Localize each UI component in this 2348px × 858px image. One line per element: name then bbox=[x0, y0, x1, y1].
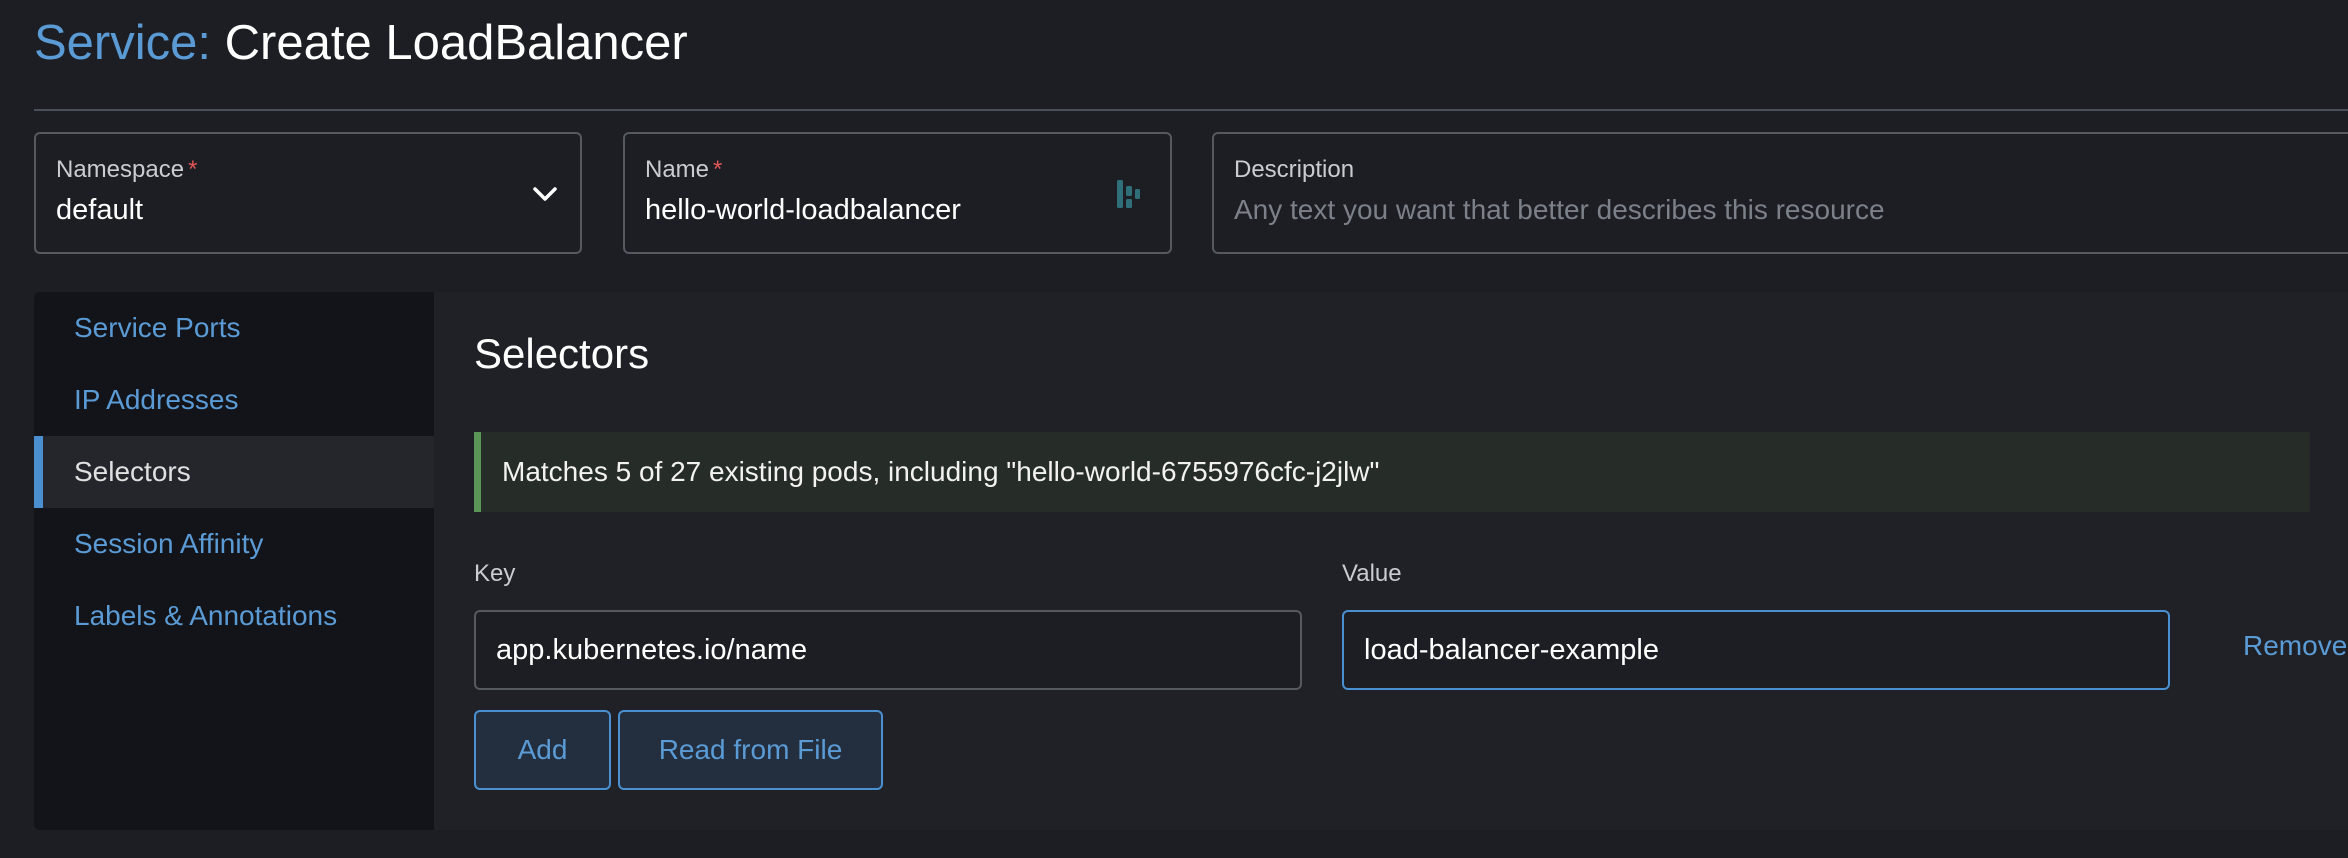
create-loadbalancer-page: Service: Create LoadBalancer Namespace * … bbox=[0, 0, 2348, 858]
selector-key-input[interactable]: app.kubernetes.io/name bbox=[474, 610, 1302, 690]
key-column-label: Key bbox=[474, 560, 516, 587]
required-mark: * bbox=[713, 156, 723, 183]
password-manager-icon[interactable] bbox=[1116, 178, 1142, 210]
name-field[interactable]: Name * hello-world-loadbalancer bbox=[623, 132, 1172, 254]
namespace-select[interactable]: Namespace * default bbox=[34, 132, 582, 254]
selectors-content: Selectors Matches 5 of 27 existing pods,… bbox=[434, 292, 2348, 830]
selector-value-input[interactable]: load-balancer-example bbox=[1342, 610, 2170, 690]
namespace-value: default bbox=[56, 194, 144, 226]
page-title-main: Create LoadBalancer bbox=[224, 16, 688, 70]
name-label: Name * bbox=[645, 156, 723, 183]
match-status-banner: Matches 5 of 27 existing pods, including… bbox=[474, 432, 2310, 512]
required-mark: * bbox=[188, 156, 198, 183]
sidebar-item-labels-annotations[interactable]: Labels & Annotations bbox=[34, 580, 434, 652]
config-panel: Service Ports IP Addresses Selectors Ses… bbox=[34, 292, 2348, 830]
add-selector-button[interactable]: Add bbox=[474, 710, 611, 790]
page-title: Service: Create LoadBalancer bbox=[34, 12, 688, 74]
sidebar-item-ip-addresses[interactable]: IP Addresses bbox=[34, 364, 434, 436]
value-column-label: Value bbox=[1342, 560, 1402, 587]
description-label: Description bbox=[1234, 156, 1355, 183]
section-title: Selectors bbox=[474, 330, 650, 377]
sidebar-item-session-affinity[interactable]: Session Affinity bbox=[34, 508, 434, 580]
namespace-label: Namespace * bbox=[56, 156, 198, 183]
header-divider bbox=[34, 109, 2348, 111]
section-sidebar: Service Ports IP Addresses Selectors Ses… bbox=[34, 292, 434, 830]
remove-selector-button[interactable]: Remove bbox=[2243, 630, 2347, 662]
sidebar-item-service-ports[interactable]: Service Ports bbox=[34, 292, 434, 364]
sidebar-item-selectors[interactable]: Selectors bbox=[34, 436, 434, 508]
page-title-prefix: Service: bbox=[34, 16, 212, 70]
description-field[interactable]: Description Any text you want that bette… bbox=[1212, 132, 2348, 254]
name-value: hello-world-loadbalancer bbox=[645, 194, 961, 226]
description-placeholder: Any text you want that better describes … bbox=[1234, 194, 1885, 225]
chevron-down-icon[interactable] bbox=[530, 179, 560, 209]
read-from-file-button[interactable]: Read from File bbox=[618, 710, 883, 790]
